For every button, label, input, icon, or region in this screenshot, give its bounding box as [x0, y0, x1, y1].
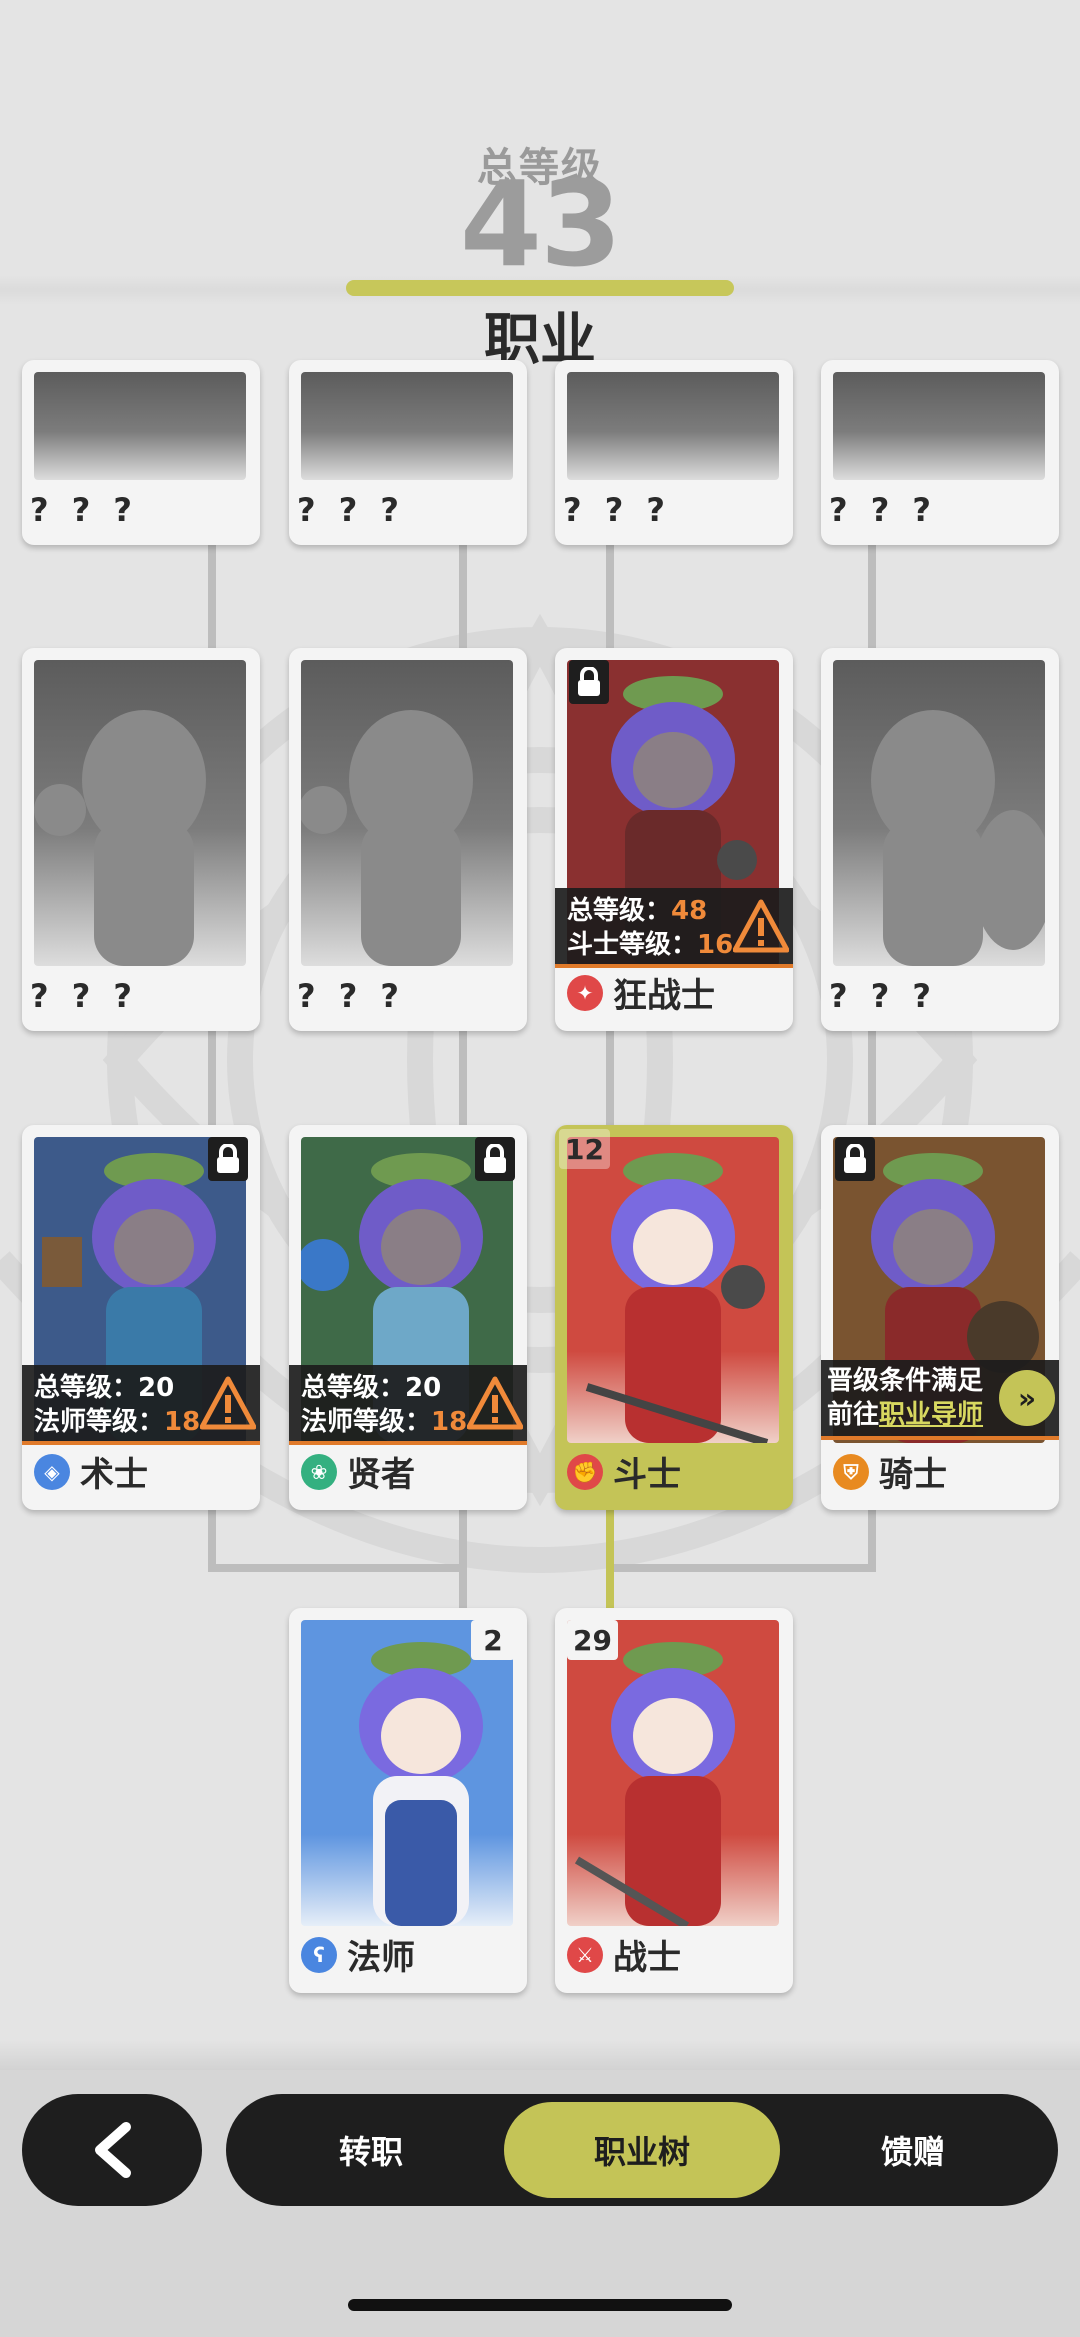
class-card-mage[interactable]: 2 ʕ 法师	[289, 1608, 527, 1993]
lock-icon	[475, 1137, 515, 1181]
class-level-badge: 12	[559, 1129, 610, 1169]
character-figure	[574, 1642, 735, 1926]
class-name-unknown: ? ? ?	[30, 491, 138, 529]
class-portrait-mage	[301, 1620, 513, 1926]
promo-prefix: 前往	[827, 1400, 880, 1430]
back-button[interactable]	[22, 2094, 202, 2206]
class-name-mage: 法师	[347, 1938, 415, 1978]
home-indicator	[348, 2299, 732, 2311]
req-total-value: 20	[138, 1373, 175, 1403]
class-name-row: ◈ 术士	[34, 1447, 148, 1496]
tab-class-tree[interactable]: 职业树	[504, 2102, 780, 2198]
req-class-value: 18	[431, 1407, 468, 1437]
class-name-row: ✦ 狂战士	[567, 968, 715, 1017]
warlock-class-icon: ◈	[34, 1453, 70, 1490]
berserker-class-icon: ✦	[567, 974, 603, 1011]
class-level-badge: 29	[567, 1620, 618, 1660]
class-name-unknown: ? ? ?	[829, 491, 937, 529]
req-class-value: 18	[164, 1407, 201, 1437]
class-name-knight: 骑士	[879, 1455, 947, 1495]
warrior-class-icon: ⚔	[567, 1936, 603, 1973]
class-card-unknown[interactable]: ? ? ?	[289, 360, 527, 545]
tab-bar: 转职 职业树 馈赠	[226, 2094, 1058, 2206]
class-portrait-silhouette	[34, 660, 246, 966]
class-name-sage: 贤者	[347, 1455, 415, 1495]
knight-class-icon: ⛨	[833, 1453, 869, 1490]
character-figure	[585, 1153, 769, 1443]
class-name-unknown: ? ? ?	[30, 977, 138, 1015]
class-card-sage[interactable]: 总等级：20 法师等级：18 ❀ 贤者	[289, 1125, 527, 1510]
req-class-label: 斗士等级：	[567, 930, 698, 960]
lock-icon	[208, 1137, 248, 1181]
class-portrait-silhouette	[833, 660, 1045, 966]
class-name-unknown: ? ? ?	[297, 491, 405, 529]
lock-icon	[835, 1137, 875, 1181]
class-name-warlock: 术士	[80, 1455, 148, 1495]
class-card-unknown[interactable]: ? ? ?	[821, 648, 1059, 1031]
class-card-warrior[interactable]: 29 ⚔ 战士	[555, 1608, 793, 1993]
lock-icon	[569, 660, 609, 704]
class-level-badge: 2	[471, 1620, 515, 1660]
class-card-knight[interactable]: 晋级条件满足 前往职业导师 » ⛨ 骑士	[821, 1125, 1059, 1510]
req-total-value: 48	[671, 896, 708, 926]
go-arrow-icon[interactable]: »	[999, 1370, 1055, 1426]
req-total-label: 总等级：	[301, 1373, 406, 1403]
class-portrait-silhouette	[833, 372, 1045, 480]
promotion-ready-banner[interactable]: 晋级条件满足 前往职业导师 »	[821, 1360, 1059, 1440]
silhouette-figure	[34, 710, 206, 966]
req-total-label: 总等级：	[34, 1373, 139, 1403]
class-portrait-silhouette	[301, 372, 513, 480]
total-level-value: 43	[459, 155, 622, 293]
class-name-warrior: 战士	[613, 1938, 681, 1978]
class-name-unknown: ? ? ?	[563, 491, 671, 529]
class-name-unknown: ? ? ?	[297, 977, 405, 1015]
class-name-row: ⛨ 骑士	[833, 1447, 947, 1496]
class-name-berserker: 狂战士	[613, 976, 715, 1016]
class-card-unknown[interactable]: ? ? ?	[555, 360, 793, 545]
class-portrait-silhouette	[301, 660, 513, 966]
promotion-requirement: 总等级：20 法师等级：18	[22, 1365, 260, 1445]
class-mentor-link[interactable]: 职业导师	[879, 1400, 983, 1430]
class-portrait-fighter	[567, 1137, 779, 1443]
class-card-berserker[interactable]: 总等级：48 斗士等级：16 ✦ 狂战士	[555, 648, 793, 1031]
class-portrait-silhouette	[567, 372, 779, 480]
header: 总等级 43 职业	[0, 0, 1080, 373]
chevron-left-icon	[95, 2122, 131, 2178]
tab-gifts[interactable]: 馈赠	[788, 2102, 1038, 2198]
class-card-fighter[interactable]: 12 ✊ 斗士	[555, 1125, 793, 1510]
warning-icon	[467, 1376, 523, 1430]
promotion-requirement: 总等级：48 斗士等级：16	[555, 888, 793, 968]
req-total-label: 总等级：	[567, 896, 672, 926]
silhouette-figure	[871, 710, 1045, 966]
req-class-value: 16	[697, 930, 734, 960]
bottom-shade	[0, 2040, 1080, 2070]
warning-icon	[200, 1376, 256, 1430]
class-card-unknown[interactable]: ? ? ?	[821, 360, 1059, 545]
req-class-label: 法师等级：	[34, 1407, 165, 1437]
promotion-requirement: 总等级：20 法师等级：18	[289, 1365, 527, 1445]
req-class-label: 法师等级：	[301, 1407, 432, 1437]
class-portrait-warrior	[567, 1620, 779, 1926]
class-portrait-silhouette	[34, 372, 246, 480]
class-card-unknown[interactable]: ? ? ?	[289, 648, 527, 1031]
class-name-row: ʕ 法师	[301, 1930, 415, 1979]
class-name-unknown: ? ? ?	[829, 977, 937, 1015]
total-level-progress-bar	[346, 280, 734, 296]
character-figure	[359, 1642, 483, 1926]
class-card-warlock[interactable]: 总等级：20 法师等级：18 ◈ 术士	[22, 1125, 260, 1510]
class-name-row: ✊ 斗士	[567, 1447, 681, 1496]
class-card-unknown[interactable]: ? ? ?	[22, 648, 260, 1031]
mage-class-icon: ʕ	[301, 1936, 337, 1973]
class-name-row: ❀ 贤者	[301, 1447, 415, 1496]
warning-icon	[733, 899, 789, 953]
req-total-value: 20	[405, 1373, 442, 1403]
silhouette-figure	[301, 710, 473, 966]
sage-class-icon: ❀	[301, 1453, 337, 1490]
class-name-row: ⚔ 战士	[567, 1930, 681, 1979]
class-name-fighter: 斗士	[613, 1455, 681, 1495]
tab-class-change[interactable]: 转职	[246, 2102, 496, 2198]
fighter-class-icon: ✊	[567, 1453, 603, 1490]
class-card-unknown[interactable]: ? ? ?	[22, 360, 260, 545]
